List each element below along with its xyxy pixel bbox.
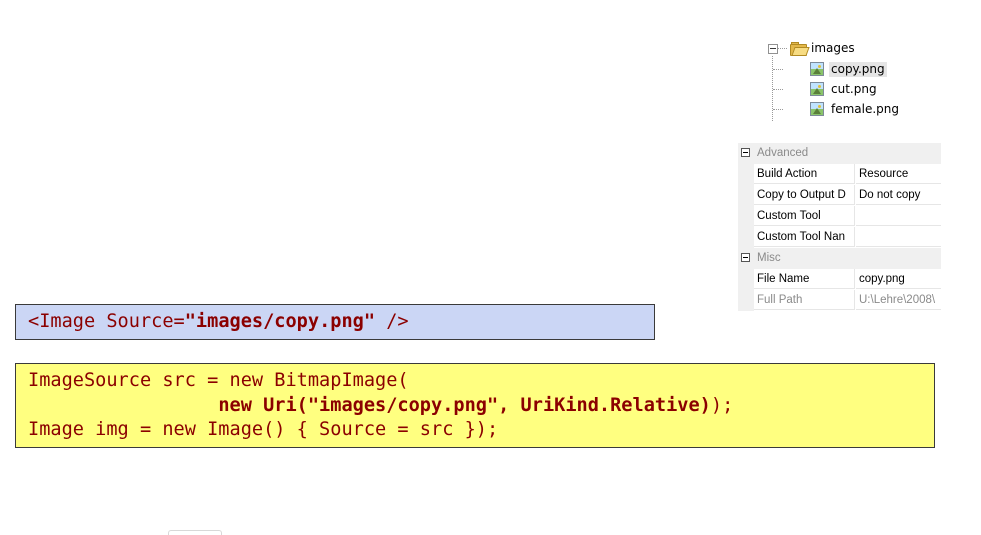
- property-value: U:\Lehre\2008\: [856, 290, 941, 310]
- code-line-1: ImageSource src = new BitmapImage(: [28, 370, 409, 391]
- properties-grid: Advanced Build Action Resource Copy to O…: [738, 143, 941, 312]
- property-row-full-path[interactable]: Full Path U:\Lehre\2008\: [738, 290, 941, 311]
- tree-folder-images[interactable]: images: [811, 41, 855, 56]
- tree-connector: [773, 109, 783, 110]
- property-value[interactable]: Do not copy: [856, 185, 941, 205]
- decorative-stub: [168, 530, 222, 535]
- property-name: File Name: [754, 269, 855, 289]
- collapse-toggle-icon[interactable]: [768, 44, 778, 54]
- solution-explorer-tree: images copy.png cut.png female.png: [760, 40, 980, 122]
- category-label: Misc: [757, 252, 781, 264]
- code-line-2-bold: new Uri("images/copy.png", UriKind.Relat…: [218, 394, 711, 416]
- property-value[interactable]: [856, 206, 941, 226]
- property-row-custom-tool[interactable]: Custom Tool: [738, 206, 941, 227]
- tree-file-female[interactable]: female.png: [831, 102, 899, 117]
- property-row-custom-tool-namespace[interactable]: Custom Tool Nan: [738, 227, 941, 248]
- tree-connector: [778, 48, 787, 49]
- folder-icon: [790, 42, 810, 56]
- image-file-icon: [810, 102, 824, 116]
- property-row-build-action[interactable]: Build Action Resource: [738, 164, 941, 185]
- csharp-code-box: ImageSource src = new BitmapImage( new U…: [15, 363, 935, 448]
- code-line-2-tail: );: [710, 394, 734, 416]
- property-name: Copy to Output D: [754, 185, 855, 205]
- category-misc[interactable]: Misc: [738, 248, 941, 269]
- property-name: Custom Tool: [754, 206, 855, 226]
- property-value[interactable]: Resource: [856, 164, 941, 184]
- tree-connector: [773, 89, 783, 90]
- property-name: Custom Tool Nan: [754, 227, 855, 247]
- property-name: Build Action: [754, 164, 855, 184]
- image-file-icon: [810, 82, 824, 96]
- xaml-code-box: <Image Source="images/copy.png" />: [15, 304, 655, 340]
- category-label: Advanced: [757, 147, 809, 159]
- property-value[interactable]: [856, 227, 941, 247]
- code-string-literal: "images/copy.png": [184, 311, 376, 332]
- tree-connector: [773, 69, 783, 70]
- property-value[interactable]: copy.png: [856, 269, 941, 289]
- image-file-icon: [810, 62, 824, 76]
- category-advanced[interactable]: Advanced: [738, 143, 941, 164]
- tree-file-cut[interactable]: cut.png: [831, 82, 877, 97]
- code-text: <Image Source=: [28, 311, 185, 332]
- code-text: />: [375, 311, 409, 332]
- collapse-toggle-icon[interactable]: [741, 148, 750, 157]
- property-row-copy-to-output[interactable]: Copy to Output D Do not copy: [738, 185, 941, 206]
- property-row-file-name[interactable]: File Name copy.png: [738, 269, 941, 290]
- tree-file-copy[interactable]: copy.png: [829, 62, 887, 77]
- collapse-toggle-icon[interactable]: [741, 253, 750, 262]
- code-line-3: Image img = new Image() { Source = src }…: [28, 419, 499, 440]
- property-name: Full Path: [754, 290, 855, 310]
